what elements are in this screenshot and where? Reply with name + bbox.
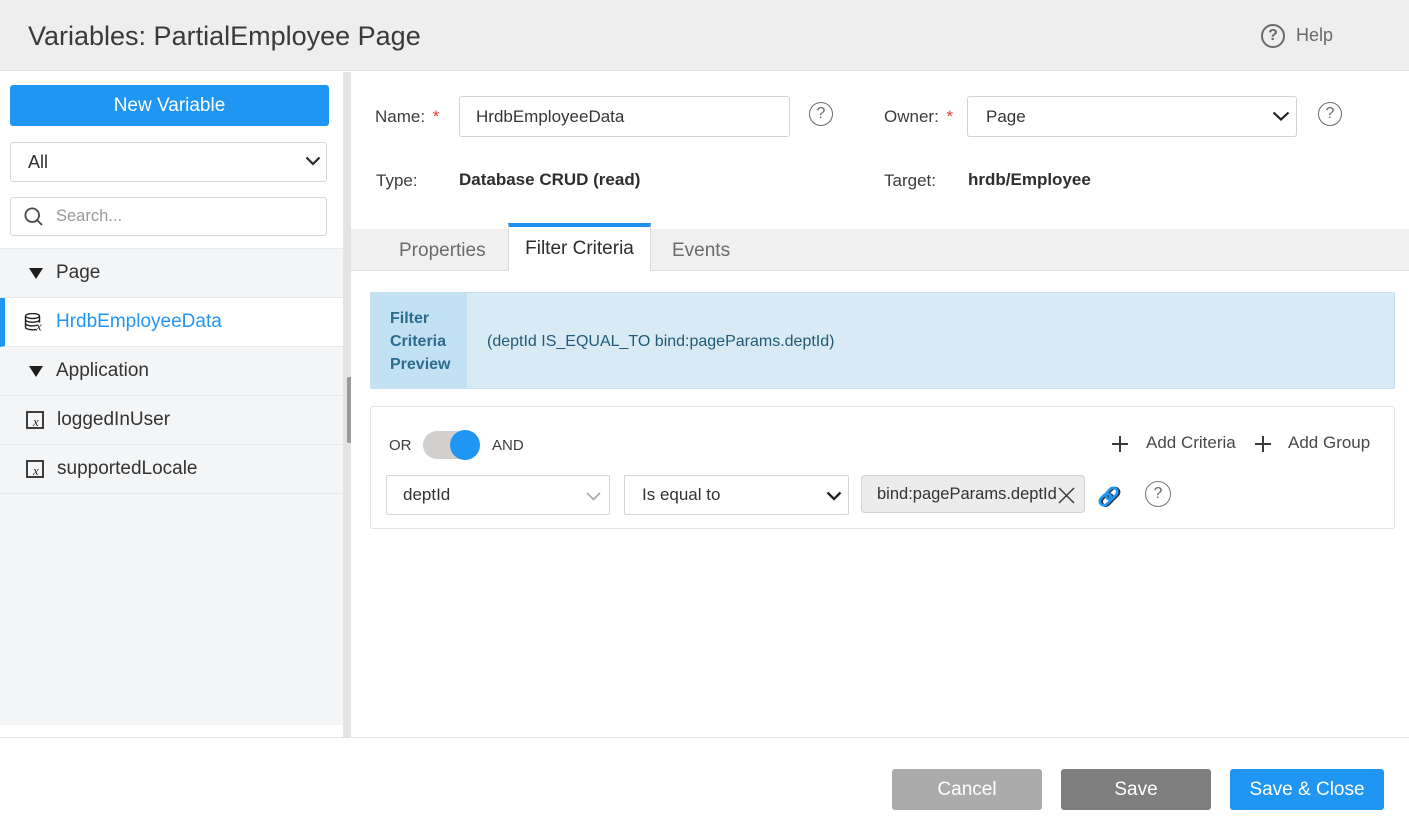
svg-text:x: x xyxy=(35,319,42,331)
svg-text:x: x xyxy=(32,463,39,478)
svg-text:x: x xyxy=(32,414,39,429)
